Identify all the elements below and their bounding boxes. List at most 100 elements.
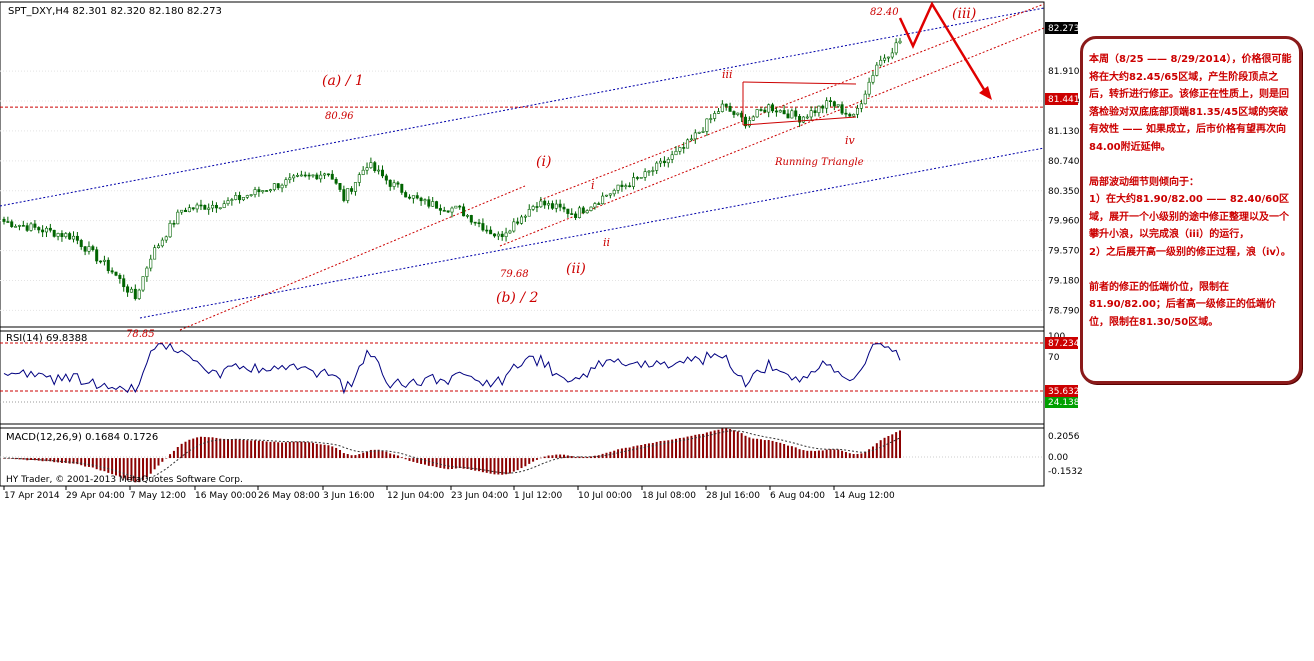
chart-frame bbox=[0, 1, 1045, 487]
macd-bar bbox=[856, 453, 859, 459]
candle-body bbox=[801, 116, 805, 123]
macd-bar bbox=[767, 440, 770, 459]
analysis-note: 本周（8/25 —— 8/29/2014），价格很可能将在大约82.45/65区… bbox=[1080, 36, 1302, 384]
time-tick-label: 16 May 00:00 bbox=[195, 491, 257, 501]
candle-body bbox=[338, 182, 342, 190]
candle-body bbox=[852, 113, 856, 117]
candle-body bbox=[697, 131, 701, 134]
time-tick-label: 29 Apr 04:00 bbox=[66, 491, 125, 501]
candle-body bbox=[655, 162, 659, 171]
macd-bar bbox=[447, 458, 450, 470]
macd-bar bbox=[837, 449, 840, 459]
macd-bar bbox=[775, 441, 778, 459]
macd-bar bbox=[296, 441, 299, 459]
candle-body bbox=[261, 190, 265, 193]
candle-body bbox=[319, 174, 323, 180]
candle-body bbox=[790, 110, 794, 119]
macd-bar bbox=[33, 458, 36, 461]
candle-body bbox=[79, 240, 83, 247]
candle-body bbox=[628, 185, 632, 188]
macd-bar bbox=[396, 455, 399, 459]
macd-bar bbox=[833, 449, 836, 459]
macd-bar bbox=[242, 439, 245, 459]
candle-body bbox=[145, 267, 149, 277]
candle-body bbox=[214, 204, 218, 209]
candle-body bbox=[323, 173, 327, 176]
candle-body bbox=[106, 259, 110, 272]
candle-body bbox=[326, 173, 330, 176]
macd-bar bbox=[400, 457, 403, 459]
time-tick-label: 23 Jun 04:00 bbox=[451, 491, 508, 501]
candle-body bbox=[195, 204, 199, 210]
candle-body bbox=[222, 203, 226, 209]
time-tick-label: 14 Aug 12:00 bbox=[834, 491, 895, 501]
rsi-level-low-text: 35.632 bbox=[1048, 387, 1080, 397]
candle-body bbox=[481, 223, 485, 231]
candle-body bbox=[477, 222, 481, 225]
candle-body bbox=[373, 162, 377, 172]
candle-body bbox=[832, 101, 836, 107]
macd-bar bbox=[288, 441, 291, 459]
candle-body bbox=[419, 197, 423, 202]
macd-bar bbox=[624, 447, 627, 459]
macd-bar bbox=[53, 458, 56, 463]
macd-bar bbox=[647, 443, 650, 459]
symbol-header: SPT_DXY,H4 82.301 82.320 82.180 82.273 bbox=[8, 6, 222, 17]
candle-body bbox=[64, 233, 68, 237]
macd-bar bbox=[346, 454, 349, 459]
candle-body bbox=[257, 189, 261, 193]
macd-bar bbox=[423, 458, 426, 465]
macd-bar bbox=[829, 449, 832, 459]
candle-body bbox=[643, 171, 647, 178]
time-tick-label: 7 May 12:00 bbox=[130, 491, 186, 501]
candle-body bbox=[554, 203, 558, 209]
candle-body bbox=[659, 160, 663, 164]
candle-body bbox=[446, 210, 450, 213]
candle-body bbox=[879, 59, 883, 66]
label-low-7885: 78.85 bbox=[126, 329, 155, 340]
macd-bar bbox=[153, 458, 156, 470]
macd-bar bbox=[292, 441, 295, 459]
macd-bar bbox=[404, 458, 407, 460]
candle-body bbox=[562, 206, 566, 210]
time-tick-label: 10 Jul 00:00 bbox=[578, 491, 632, 501]
candle-body bbox=[647, 170, 651, 173]
candle-body bbox=[234, 195, 238, 200]
macd-bar bbox=[532, 458, 535, 462]
candle-body bbox=[218, 207, 222, 210]
label-high-8096: 80.96 bbox=[325, 111, 354, 122]
macd-bar bbox=[740, 433, 743, 459]
candle-body bbox=[342, 189, 346, 201]
macd-bar bbox=[702, 433, 705, 459]
candle-body bbox=[674, 150, 678, 156]
label-wave-b: (b) / 2 bbox=[496, 290, 539, 306]
time-tick-label: 26 May 08:00 bbox=[258, 491, 320, 501]
candle-body bbox=[176, 211, 180, 225]
candle-body bbox=[284, 179, 288, 186]
macd-bar bbox=[84, 458, 87, 467]
candle-body bbox=[508, 230, 512, 234]
macd-bar bbox=[756, 438, 759, 459]
macd-bar bbox=[891, 434, 894, 459]
macd-bar bbox=[887, 436, 890, 459]
candle-body bbox=[848, 113, 852, 117]
macd-bar bbox=[277, 442, 280, 459]
candle-body bbox=[774, 110, 778, 113]
macd-bar bbox=[520, 458, 523, 469]
candle-body bbox=[102, 259, 106, 262]
candle-body bbox=[469, 215, 473, 223]
macd-bar bbox=[497, 458, 500, 475]
candle-body bbox=[357, 174, 361, 183]
candle-body bbox=[126, 286, 130, 293]
time-tick-label: 3 Jun 16:00 bbox=[323, 491, 375, 501]
candle-body bbox=[438, 208, 442, 211]
macd-bar bbox=[238, 439, 241, 459]
macd-bar bbox=[91, 458, 94, 468]
rsi-value-text: 24.138 bbox=[1048, 398, 1080, 408]
candle-body bbox=[172, 222, 176, 225]
candle-body bbox=[516, 221, 520, 224]
macd-bar bbox=[879, 440, 882, 459]
macd-bar bbox=[574, 457, 577, 459]
candle-body bbox=[662, 160, 666, 164]
macd-bar bbox=[311, 442, 314, 459]
